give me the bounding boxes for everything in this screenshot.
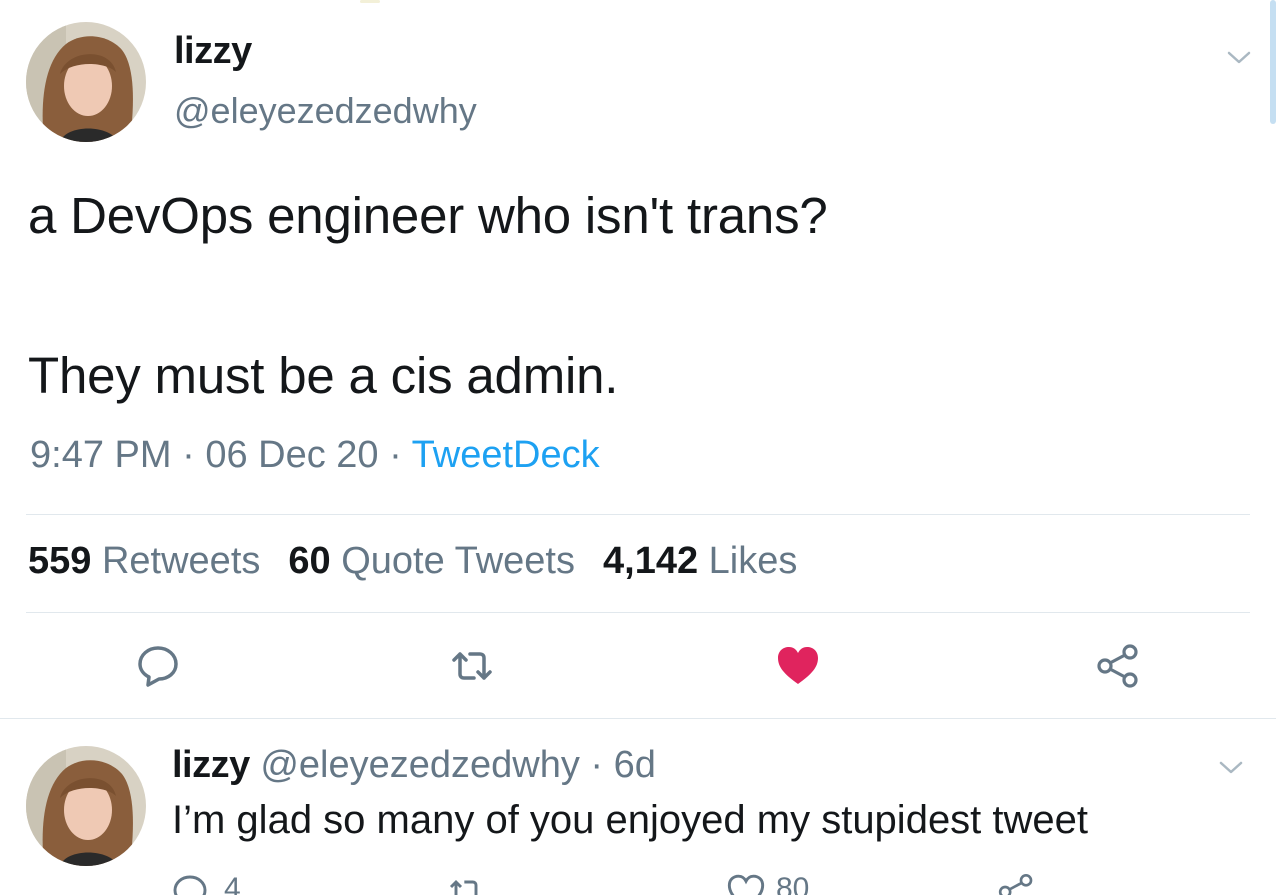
reply-action-reply[interactable]: 4 — [170, 872, 260, 895]
tweet-date[interactable]: 06 Dec 20 — [205, 434, 378, 476]
reply-icon[interactable] — [134, 642, 182, 690]
avatar[interactable] — [26, 22, 146, 142]
divider — [26, 514, 1250, 515]
retweets-count: 559 — [28, 540, 92, 582]
retweets-stat[interactable]: 559 Retweets — [28, 540, 260, 582]
display-name[interactable]: lizzy — [174, 30, 252, 73]
heart-icon — [727, 874, 765, 895]
quotes-stat[interactable]: 60 Quote Tweets — [288, 540, 575, 582]
divider — [0, 718, 1276, 719]
chevron-down-icon[interactable] — [1224, 42, 1254, 72]
reply-action-retweet[interactable] — [446, 872, 496, 895]
reply-handle[interactable]: @eleyezedzedwhy — [260, 744, 580, 786]
meta-separator: · — [171, 434, 206, 476]
reply-display-name[interactable]: lizzy — [172, 744, 250, 786]
reply-separator: · — [579, 744, 614, 786]
chevron-down-icon[interactable] — [1216, 752, 1246, 782]
likes-label: Likes — [708, 540, 798, 582]
reply-action-like[interactable]: 80 — [726, 872, 836, 895]
share-icon — [998, 874, 1033, 895]
main-tweet: lizzy @eleyezedzedwhy a DevOps engineer … — [0, 0, 1276, 720]
likes-stat[interactable]: 4,142 Likes — [603, 540, 797, 582]
tweet-source-link[interactable]: TweetDeck — [412, 434, 600, 476]
reply-header: lizzy @eleyezedzedwhy · 6d — [172, 744, 656, 787]
reply-text: I’m glad so many of you enjoyed my stupi… — [172, 798, 1089, 842]
tweet-meta: 9:47 PM · 06 Dec 20 · TweetDeck — [30, 434, 600, 477]
retweets-label: Retweets — [101, 540, 261, 582]
retweet-icon[interactable] — [448, 642, 496, 690]
tweet-time[interactable]: 9:47 PM — [30, 434, 172, 476]
reply-count: 4 — [224, 872, 241, 895]
share-icon[interactable] — [1094, 642, 1142, 690]
handle[interactable]: @eleyezedzedwhy — [174, 90, 477, 132]
tweet-text-line-2: They must be a cis admin. — [28, 347, 619, 404]
retweet-icon — [449, 879, 478, 895]
quotes-count: 60 — [288, 540, 331, 582]
quotes-label: Quote Tweets — [341, 540, 575, 582]
meta-separator: · — [378, 434, 412, 476]
engagement-stats: 559 Retweets 60 Quote Tweets 4,142 Likes — [28, 540, 797, 583]
reply-age[interactable]: 6d — [614, 744, 656, 786]
avatar[interactable] — [26, 746, 146, 866]
tweet-text-line-1: a DevOps engineer who isn't trans? — [28, 187, 828, 244]
like-count: 80 — [776, 872, 810, 895]
heart-icon[interactable] — [774, 642, 822, 690]
reply-action-share[interactable] — [996, 872, 1046, 895]
reply-icon — [173, 875, 207, 895]
likes-count: 4,142 — [603, 540, 699, 582]
divider — [26, 612, 1250, 613]
